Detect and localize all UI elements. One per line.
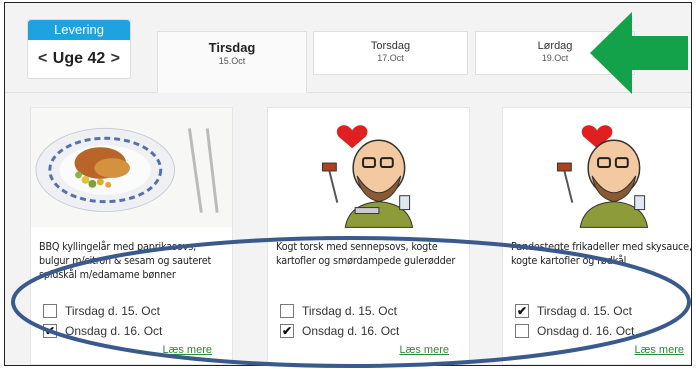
top-bar: Levering < Uge 42 > Tirsdag 15.Oct Torsd… [5, 3, 691, 93]
prev-week-button[interactable]: < [38, 50, 47, 68]
chef-cartoon [268, 108, 469, 228]
read-more-link[interactable]: Læs mere [399, 344, 449, 356]
day-option[interactable]: ✔ Onsdag d. 16. Oct [43, 324, 162, 338]
week-selector: Levering < Uge 42 > [27, 19, 131, 79]
tab-torsdag[interactable]: Torsdag 17.Oct [313, 31, 468, 75]
week-number: Uge 42 [52, 50, 106, 67]
meal-title: BBQ kyllingelår med paprikasovs, bulgur … [39, 240, 212, 281]
checkbox-onsdag[interactable]: ✔ [280, 324, 294, 338]
annotation-arrow-icon [590, 12, 688, 94]
read-more-link[interactable]: Læs mere [634, 344, 684, 356]
delivery-label: Levering [28, 20, 130, 40]
meal-card: Kogt torsk med sennepsovs, kogte kartofl… [267, 107, 470, 365]
tab-tirsdag[interactable]: Tirsdag 15.Oct [157, 31, 307, 93]
day-option[interactable]: ✔ Onsdag d. 16. Oct [280, 324, 399, 338]
tab-day: Torsdag [370, 40, 411, 52]
chef-cartoon [503, 108, 691, 228]
option-label: Tirsdag d. 15. Oct [537, 304, 632, 318]
tab-date: 17.Oct [377, 53, 404, 63]
option-label: Tirsdag d. 15. Oct [65, 304, 160, 318]
option-label: Onsdag d. 16. Oct [302, 324, 400, 338]
next-week-button[interactable]: > [111, 50, 120, 68]
option-label: Onsdag d. 16. Oct [537, 324, 635, 338]
app-frame: Levering < Uge 42 > Tirsdag 15.Oct Torsd… [4, 2, 692, 366]
option-label: Tirsdag d. 15. Oct [302, 304, 397, 318]
option-label: Onsdag d. 16. Oct [65, 324, 163, 338]
day-option[interactable]: Onsdag d. 16. Oct [515, 324, 634, 338]
meal-title: Kogt torsk med sennepsovs, kogte kartofl… [276, 240, 456, 267]
checkbox-onsdag[interactable]: ✔ [43, 324, 57, 338]
checkbox-tirsdag[interactable]: ✔ [515, 304, 529, 318]
tab-date: 15.Oct [218, 56, 246, 66]
day-option[interactable]: ✔ Tirsdag d. 15. Oct [515, 304, 632, 318]
tab-day: Tirsdag [208, 40, 256, 55]
meal-card: Pandestegte frikadeller med skysauce, ko… [502, 107, 692, 365]
checkbox-onsdag[interactable] [515, 324, 529, 338]
checkbox-tirsdag[interactable] [280, 304, 294, 318]
chicken-plate-photo [31, 108, 232, 228]
checkbox-tirsdag[interactable] [43, 304, 57, 318]
read-more-link[interactable]: Læs mere [162, 344, 212, 356]
meal-card: BBQ kyllingelår med paprikasovs, bulgur … [30, 107, 233, 365]
day-option[interactable]: Tirsdag d. 15. Oct [43, 304, 160, 318]
week-row: < Uge 42 > [28, 40, 130, 78]
day-option[interactable]: Tirsdag d. 15. Oct [280, 304, 397, 318]
meal-title: Pandestegte frikadeller med skysauce, ko… [511, 240, 692, 267]
